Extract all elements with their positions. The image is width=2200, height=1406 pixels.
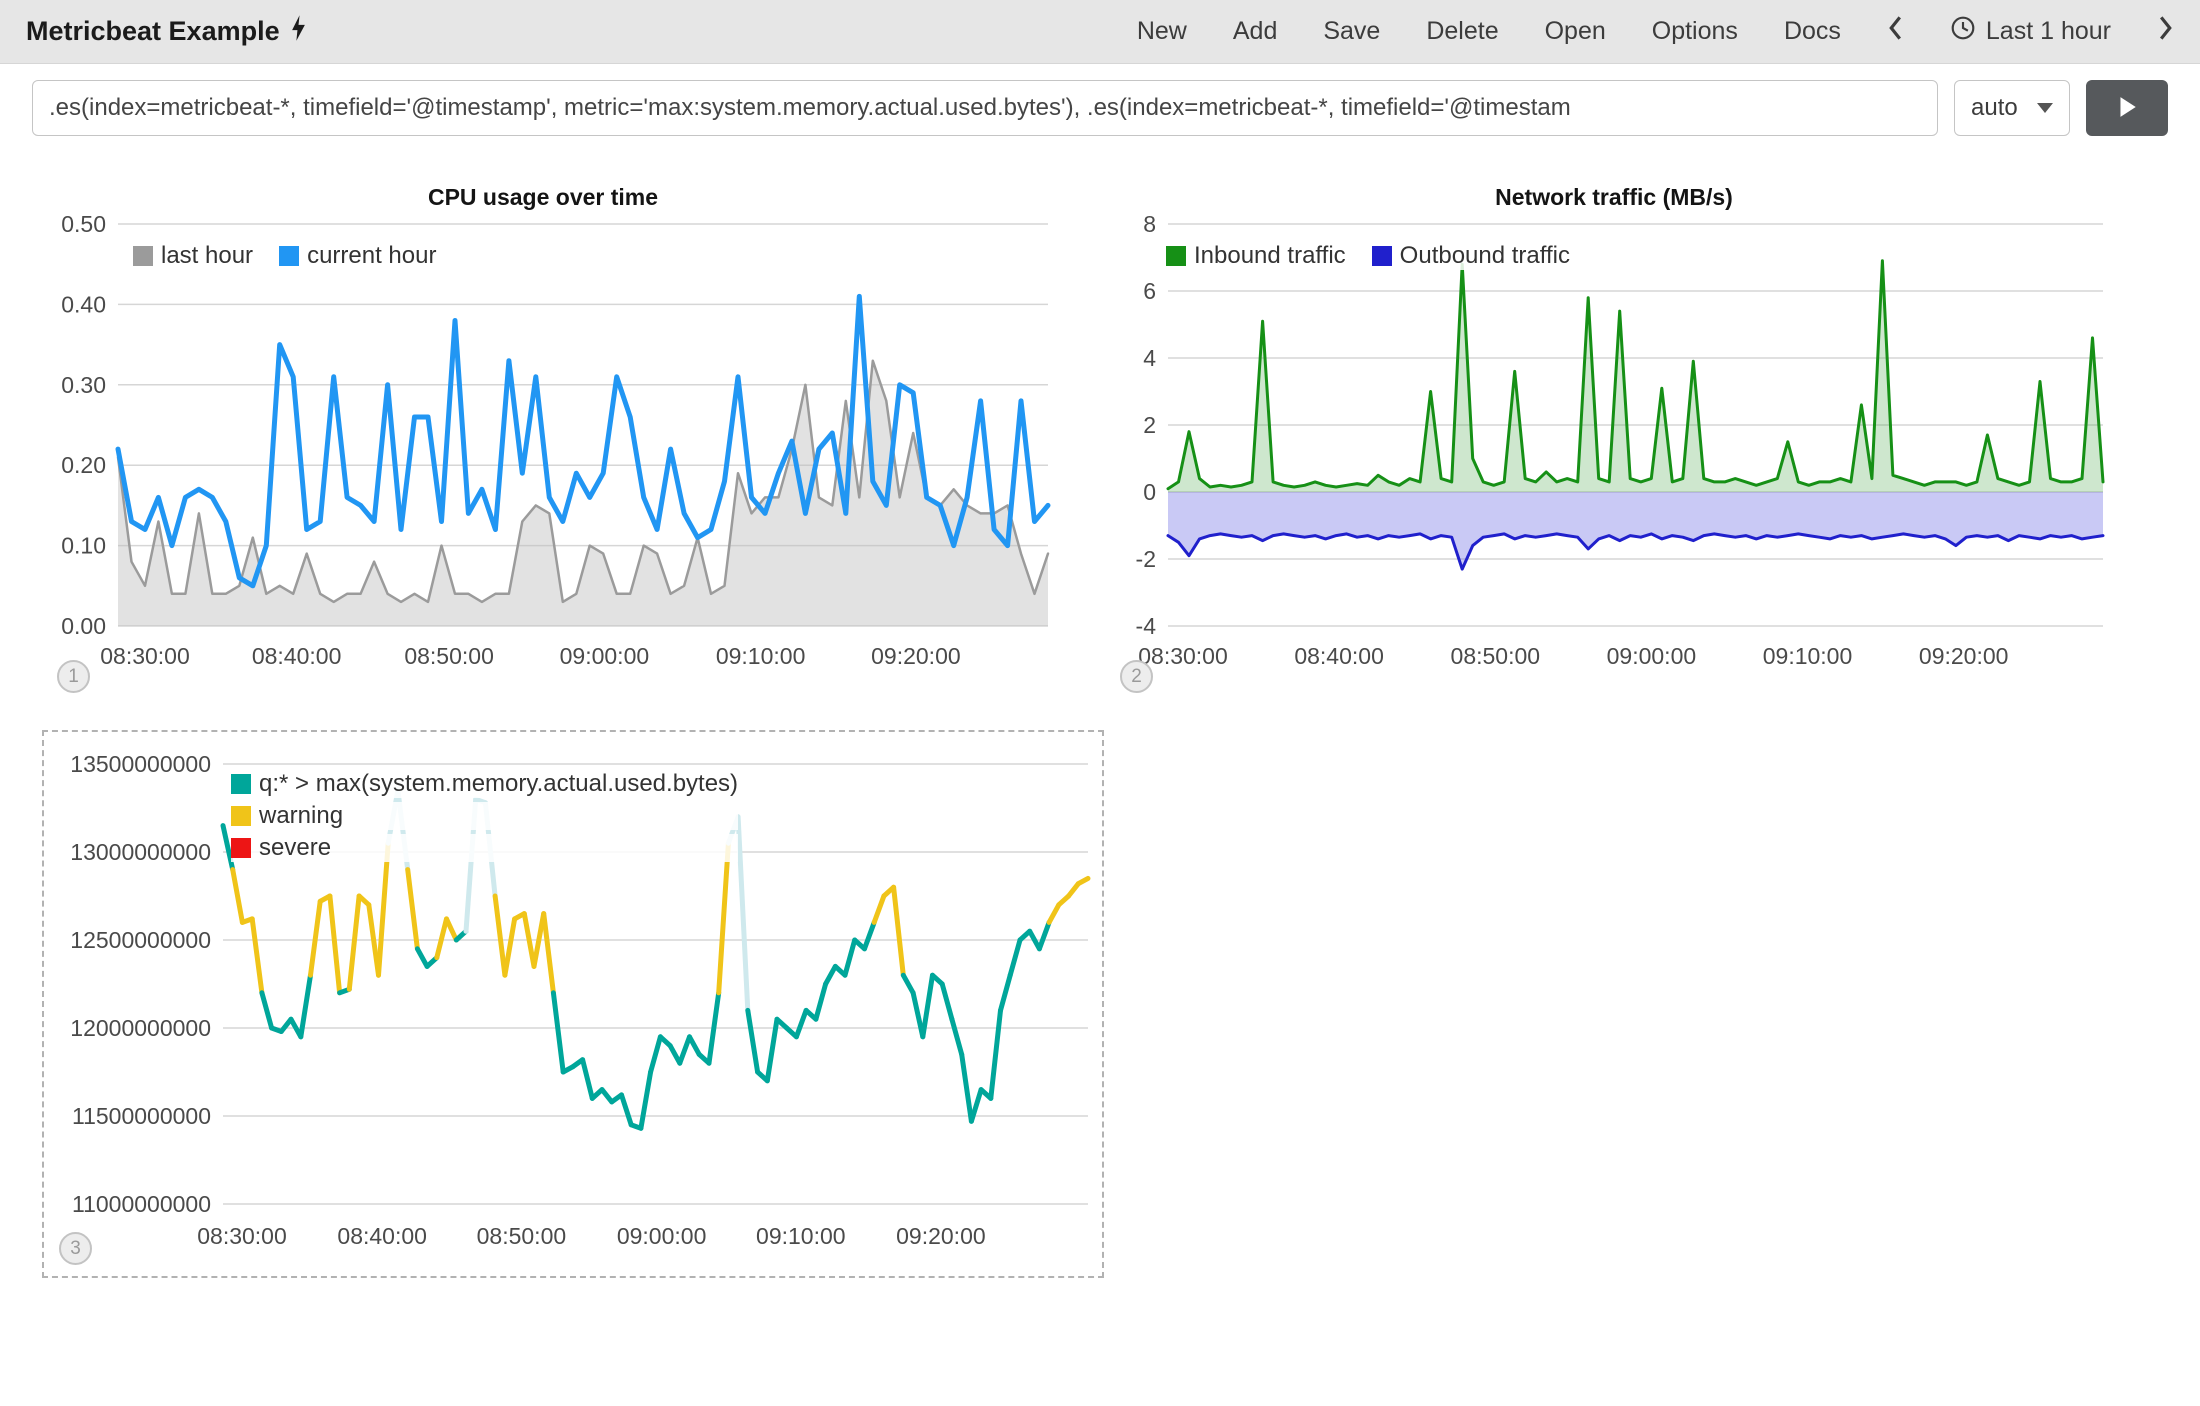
svg-text:11500000000: 11500000000 (72, 1103, 211, 1129)
svg-text:08:30:00: 08:30:00 (100, 643, 190, 669)
legend-label: last hour (161, 242, 253, 270)
svg-text:08:30:00: 08:30:00 (197, 1223, 287, 1249)
svg-text:09:20:00: 09:20:00 (896, 1223, 986, 1249)
svg-text:13500000000: 13500000000 (70, 751, 211, 777)
clock-icon (1950, 15, 1976, 48)
svg-text:08:30:00: 08:30:00 (1138, 643, 1228, 669)
svg-text:8: 8 (1143, 214, 1156, 237)
toolbar-nav: New Add Save Delete Open Options Docs La… (1137, 14, 2174, 49)
svg-text:0.10: 0.10 (61, 533, 106, 559)
svg-text:08:50:00: 08:50:00 (404, 643, 494, 669)
caret-down-icon (2037, 103, 2053, 113)
legend-label: warning (259, 802, 343, 830)
options-button[interactable]: Options (1652, 17, 1738, 46)
chart-number-badge: 2 (1120, 660, 1153, 693)
svg-text:0.40: 0.40 (61, 291, 106, 317)
svg-text:2: 2 (1143, 412, 1156, 438)
svg-text:09:10:00: 09:10:00 (756, 1223, 846, 1249)
svg-text:09:10:00: 09:10:00 (1763, 643, 1853, 669)
run-query-button[interactable] (2086, 80, 2168, 136)
outbound-swatch (1372, 246, 1392, 266)
add-button[interactable]: Add (1233, 17, 1277, 46)
chevron-left-icon (1887, 14, 1904, 49)
svg-text:09:00:00: 09:00:00 (617, 1223, 707, 1249)
svg-text:09:20:00: 09:20:00 (1919, 643, 2009, 669)
legend-item: last hour (133, 242, 253, 270)
warning-swatch (231, 806, 251, 826)
memory-chart-legend: q:* > max(system.memory.actual.used.byte… (231, 770, 738, 862)
memory-usage-chart-panel: 11000000000 11500000000 12000000000 1250000… (42, 730, 1104, 1278)
svg-text:-4: -4 (1136, 613, 1157, 639)
open-button[interactable]: Open (1545, 17, 1606, 46)
svg-text:09:10:00: 09:10:00 (716, 643, 806, 669)
chart-number-badge: 3 (59, 1232, 92, 1265)
app-title: Metricbeat Example (26, 14, 307, 49)
inbound-swatch (1166, 246, 1186, 266)
svg-text:0.20: 0.20 (61, 452, 106, 478)
time-range-label: Last 1 hour (1986, 17, 2111, 46)
legend-item: current hour (279, 242, 436, 270)
svg-text:0: 0 (1143, 479, 1156, 505)
svg-text:08:40:00: 08:40:00 (1294, 643, 1384, 669)
legend-item: q:* > max(system.memory.actual.used.byte… (231, 770, 738, 798)
svg-text:0.50: 0.50 (61, 214, 106, 237)
save-button[interactable]: Save (1323, 17, 1380, 46)
toolbar: Metricbeat Example New Add Save Delete O… (0, 0, 2200, 64)
svg-text:09:00:00: 09:00:00 (1607, 643, 1697, 669)
legend-item: Outbound traffic (1372, 242, 1570, 270)
time-back-button[interactable] (1887, 14, 1904, 49)
last-hour-swatch (133, 246, 153, 266)
query-row: auto (0, 64, 2200, 146)
legend-item: Inbound traffic (1166, 242, 1346, 270)
svg-text:0.30: 0.30 (61, 372, 106, 398)
legend-label: Outbound traffic (1400, 242, 1570, 270)
legend-label: q:* > max(system.memory.actual.used.byte… (259, 770, 738, 798)
memory-series-swatch (231, 774, 251, 794)
cpu-chart-title: CPU usage over time (28, 178, 1058, 214)
current-hour-swatch (279, 246, 299, 266)
legend-label: current hour (307, 242, 436, 270)
svg-text:09:00:00: 09:00:00 (560, 643, 650, 669)
play-icon (2115, 95, 2139, 122)
svg-text:08:50:00: 08:50:00 (477, 1223, 567, 1249)
severe-swatch (231, 838, 251, 858)
svg-text:0.00: 0.00 (61, 613, 106, 639)
network-chart-title: Network traffic (MB/s) (1118, 178, 2110, 214)
svg-text:-2: -2 (1136, 546, 1156, 572)
network-traffic-chart[interactable]: 8 6 4 2 0 -2 -4 08:30:00 08:40:00 08:50:00 09:00:0… (1118, 214, 2110, 684)
time-forward-button[interactable] (2157, 14, 2174, 49)
svg-text:08:40:00: 08:40:00 (252, 643, 342, 669)
chart-number-badge: 1 (57, 660, 90, 693)
new-button[interactable]: New (1137, 17, 1187, 46)
chevron-right-icon (2157, 14, 2174, 49)
legend-item: severe (231, 834, 738, 862)
svg-text:13000000000: 13000000000 (70, 839, 211, 865)
svg-text:08:50:00: 08:50:00 (1451, 643, 1541, 669)
cpu-usage-chart-panel: CPU usage over time 0.00 0.10 0.20 0.30 0.40… (28, 178, 1058, 698)
cpu-chart-legend: last hour current hour (133, 242, 436, 270)
legend-label: Inbound traffic (1194, 242, 1346, 270)
svg-text:6: 6 (1143, 278, 1156, 304)
bolt-icon (290, 14, 307, 49)
time-range-picker[interactable]: Last 1 hour (1950, 15, 2111, 48)
svg-text:12500000000: 12500000000 (70, 927, 211, 953)
docs-button[interactable]: Docs (1784, 17, 1841, 46)
legend-label: severe (259, 834, 331, 862)
svg-text:09:20:00: 09:20:00 (871, 643, 961, 669)
svg-text:4: 4 (1143, 345, 1156, 371)
network-traffic-chart-panel: Network traffic (MB/s) 8 6 4 2 0 -2 -4 08:30:00… (1118, 178, 2110, 698)
cpu-usage-chart[interactable]: 0.00 0.10 0.20 0.30 0.40 0.50 08:30:00 08:40:00… (28, 214, 1058, 684)
svg-text:11000000000: 11000000000 (72, 1191, 211, 1217)
interval-value: auto (1971, 94, 2018, 122)
svg-text:08:40:00: 08:40:00 (337, 1223, 427, 1249)
interval-select[interactable]: auto (1954, 80, 2070, 136)
app-title-text: Metricbeat Example (26, 16, 280, 47)
network-chart-legend: Inbound traffic Outbound traffic (1166, 242, 1570, 270)
timelion-expression-input[interactable] (32, 80, 1938, 136)
delete-button[interactable]: Delete (1426, 17, 1498, 46)
legend-item: warning (231, 802, 738, 830)
svg-text:12000000000: 12000000000 (70, 1015, 211, 1041)
